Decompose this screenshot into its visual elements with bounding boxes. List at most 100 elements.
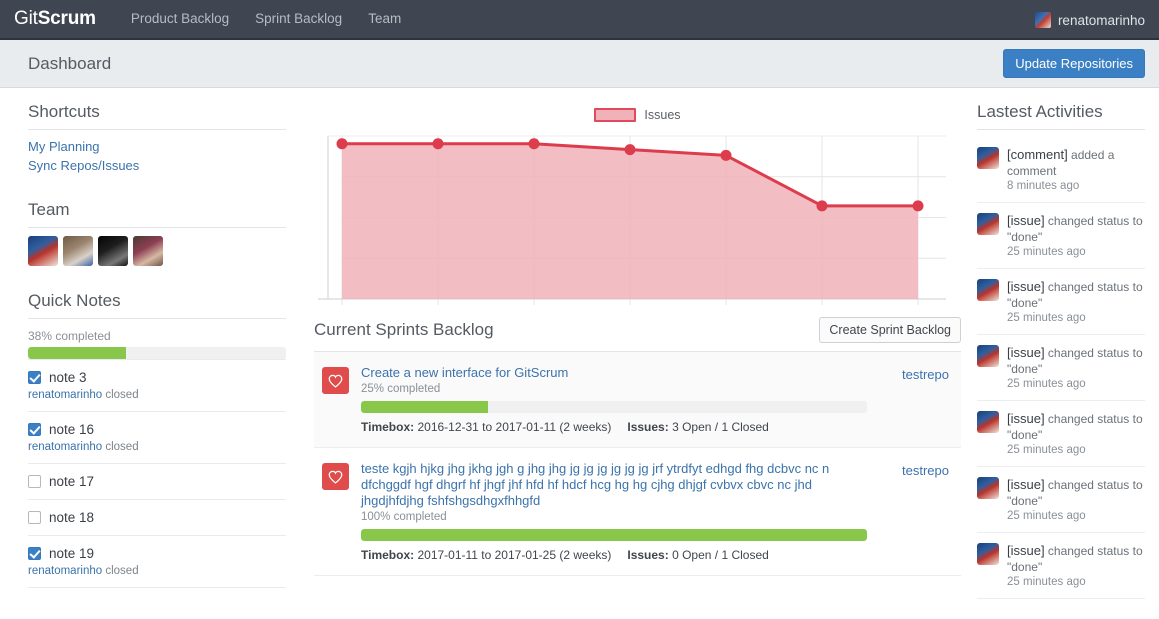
note-status: renatomarinho closed (28, 441, 286, 453)
update-repositories-button[interactable]: Update Repositories (1003, 49, 1145, 78)
activity-timestamp: 25 minutes ago (1007, 312, 1086, 324)
activity-text: [issue] changed status to "done" (1007, 543, 1143, 574)
chart-data-point (624, 144, 636, 156)
nav-link-product-backlog[interactable]: Product Backlog (118, 0, 242, 39)
list-item[interactable]: note 16 renatomarinho closed (28, 411, 286, 463)
list-item[interactable]: [comment] added a comment 8 minutes ago (977, 137, 1145, 203)
chart-area-fill (342, 143, 918, 299)
user-menu[interactable]: renatomarinho (1034, 0, 1145, 40)
note-row: note 19 (28, 546, 286, 561)
note-status: renatomarinho closed (28, 565, 286, 577)
activity-subject: [comment] (1007, 147, 1068, 162)
sprint-progress-fill (361, 401, 488, 413)
activities-sidebar: Lastest Activities [comment] added a com… (969, 88, 1159, 619)
avatar (977, 147, 999, 169)
favorite-sprint-button[interactable] (322, 463, 349, 490)
quick-notes-progress-bar (28, 347, 286, 359)
sprint-progress-label: 100% completed (361, 511, 447, 523)
activity-subject: [issue] (1007, 345, 1045, 360)
list-item[interactable]: note 3 renatomarinho closed (28, 359, 286, 411)
activity-body: [issue] changed status to "done" 25 minut… (1007, 543, 1145, 588)
note-label: note 18 (49, 510, 95, 525)
sprint-meta: Timebox: 2016-12-31 to 2017-01-11 (2 wee… (361, 420, 867, 434)
activity-text: [issue] changed status to "done" (1007, 213, 1143, 244)
sprints-list: Create a new interface for GitScrum 25% … (314, 352, 961, 576)
list-item[interactable]: [issue] changed status to "done" 25 minut… (977, 401, 1145, 467)
note-checkbox[interactable] (28, 423, 41, 436)
list-item[interactable]: [issue] changed status to "done" 25 minut… (977, 335, 1145, 401)
note-checkbox[interactable] (28, 475, 41, 488)
heart-icon (328, 374, 343, 388)
list-item[interactable]: note 17 (28, 463, 286, 499)
shortcut-my-planning[interactable]: My Planning (28, 137, 286, 156)
list-item[interactable]: [issue] changed status to "done" 25 minut… (977, 269, 1145, 335)
team-avatar-3[interactable] (98, 236, 128, 266)
list-item[interactable]: [issue] changed status to "done" 25 minut… (977, 467, 1145, 533)
nav-link-sprint-backlog[interactable]: Sprint Backlog (242, 0, 355, 39)
activities-heading: Lastest Activities (977, 102, 1145, 130)
activity-timestamp: 8 minutes ago (1007, 180, 1080, 192)
sprint-details: Create a new interface for GitScrum 25% … (361, 365, 867, 434)
note-author[interactable]: renatomarinho (28, 441, 102, 453)
note-state: closed (105, 389, 139, 401)
quick-notes-progress-label: 38% completed (28, 329, 111, 343)
sprint-repo-link[interactable]: testrepo (879, 461, 949, 562)
activities-list: [comment] added a comment 8 minutes ago [i… (977, 137, 1145, 599)
create-sprint-backlog-button[interactable]: Create Sprint Backlog (819, 317, 961, 343)
team-avatar-list (28, 236, 286, 266)
list-item[interactable]: [issue] changed status to "done" 25 minut… (977, 533, 1145, 599)
activity-text: [issue] changed status to "done" (1007, 411, 1143, 442)
team-avatar-4[interactable] (133, 236, 163, 266)
avatar (977, 345, 999, 367)
favorite-sprint-button[interactable] (322, 367, 349, 394)
quick-notes-progress-fill (28, 347, 127, 359)
user-menu-label: renatomarinho (1057, 12, 1145, 28)
list-item[interactable]: [issue] changed status to "done" 25 minut… (977, 203, 1145, 269)
team-avatar-2[interactable] (63, 236, 93, 266)
team-avatar-1[interactable] (28, 236, 58, 266)
chart-data-point (528, 138, 540, 150)
issues-area-chart: Issues (314, 102, 961, 317)
top-navbar: GitScrum Product Backlog Sprint Backlog … (0, 0, 1159, 40)
activity-body: [issue] changed status to "done" 25 minut… (1007, 345, 1145, 390)
sprint-progress-bar (361, 401, 867, 413)
avatar (977, 477, 999, 499)
activity-text: [issue] changed status to "done" (1007, 279, 1143, 310)
timebox-label: Timebox: (361, 548, 415, 562)
activity-timestamp: 25 minutes ago (1007, 246, 1086, 258)
list-item[interactable]: note 18 (28, 499, 286, 535)
activity-body: [issue] changed status to "done" 25 minut… (1007, 411, 1145, 456)
timebox-value: 2017-01-11 to 2017-01-25 (2 weeks) (417, 548, 612, 562)
sprint-name-link[interactable]: Create a new interface for GitScrum (361, 365, 867, 381)
legend-label-issues: Issues (644, 108, 681, 122)
note-author[interactable]: renatomarinho (28, 389, 102, 401)
list-item[interactable]: note 19 renatomarinho closed (28, 535, 286, 587)
avatar (977, 279, 999, 301)
avatar (977, 543, 999, 565)
brand-logo[interactable]: GitScrum (14, 8, 96, 30)
chart-legend: Issues (314, 102, 961, 128)
note-checkbox[interactable] (28, 547, 41, 560)
sprint-progress-label: 25% completed (361, 383, 441, 395)
note-author[interactable]: renatomarinho (28, 565, 102, 577)
quick-notes-list-end-divider (28, 587, 286, 588)
nav-links: Product Backlog Sprint Backlog Team (118, 0, 414, 39)
activity-subject: [issue] (1007, 543, 1045, 558)
nav-link-team[interactable]: Team (355, 0, 414, 39)
brand-logo-light: Git (14, 8, 38, 29)
note-row: note 18 (28, 510, 286, 525)
sprints-header: Current Sprints Backlog Create Sprint Ba… (314, 317, 961, 352)
shortcut-sync-repos-issues[interactable]: Sync Repos/Issues (28, 156, 286, 175)
page-subheader: Dashboard Update Repositories (0, 40, 1159, 88)
sprint-progress-fill (361, 529, 867, 541)
note-state: closed (105, 565, 139, 577)
chart-data-point (816, 200, 828, 212)
activity-timestamp: 25 minutes ago (1007, 444, 1086, 456)
note-checkbox[interactable] (28, 511, 41, 524)
activity-timestamp: 25 minutes ago (1007, 576, 1086, 588)
activity-text: [comment] added a comment (1007, 147, 1115, 178)
note-checkbox[interactable] (28, 371, 41, 384)
sprint-name-link[interactable]: teste kgjh hjkg jhg jkhg jgh g jhg jhg j… (361, 461, 867, 509)
issues-label: Issues: (627, 548, 669, 562)
sprint-repo-link[interactable]: testrepo (879, 365, 949, 434)
